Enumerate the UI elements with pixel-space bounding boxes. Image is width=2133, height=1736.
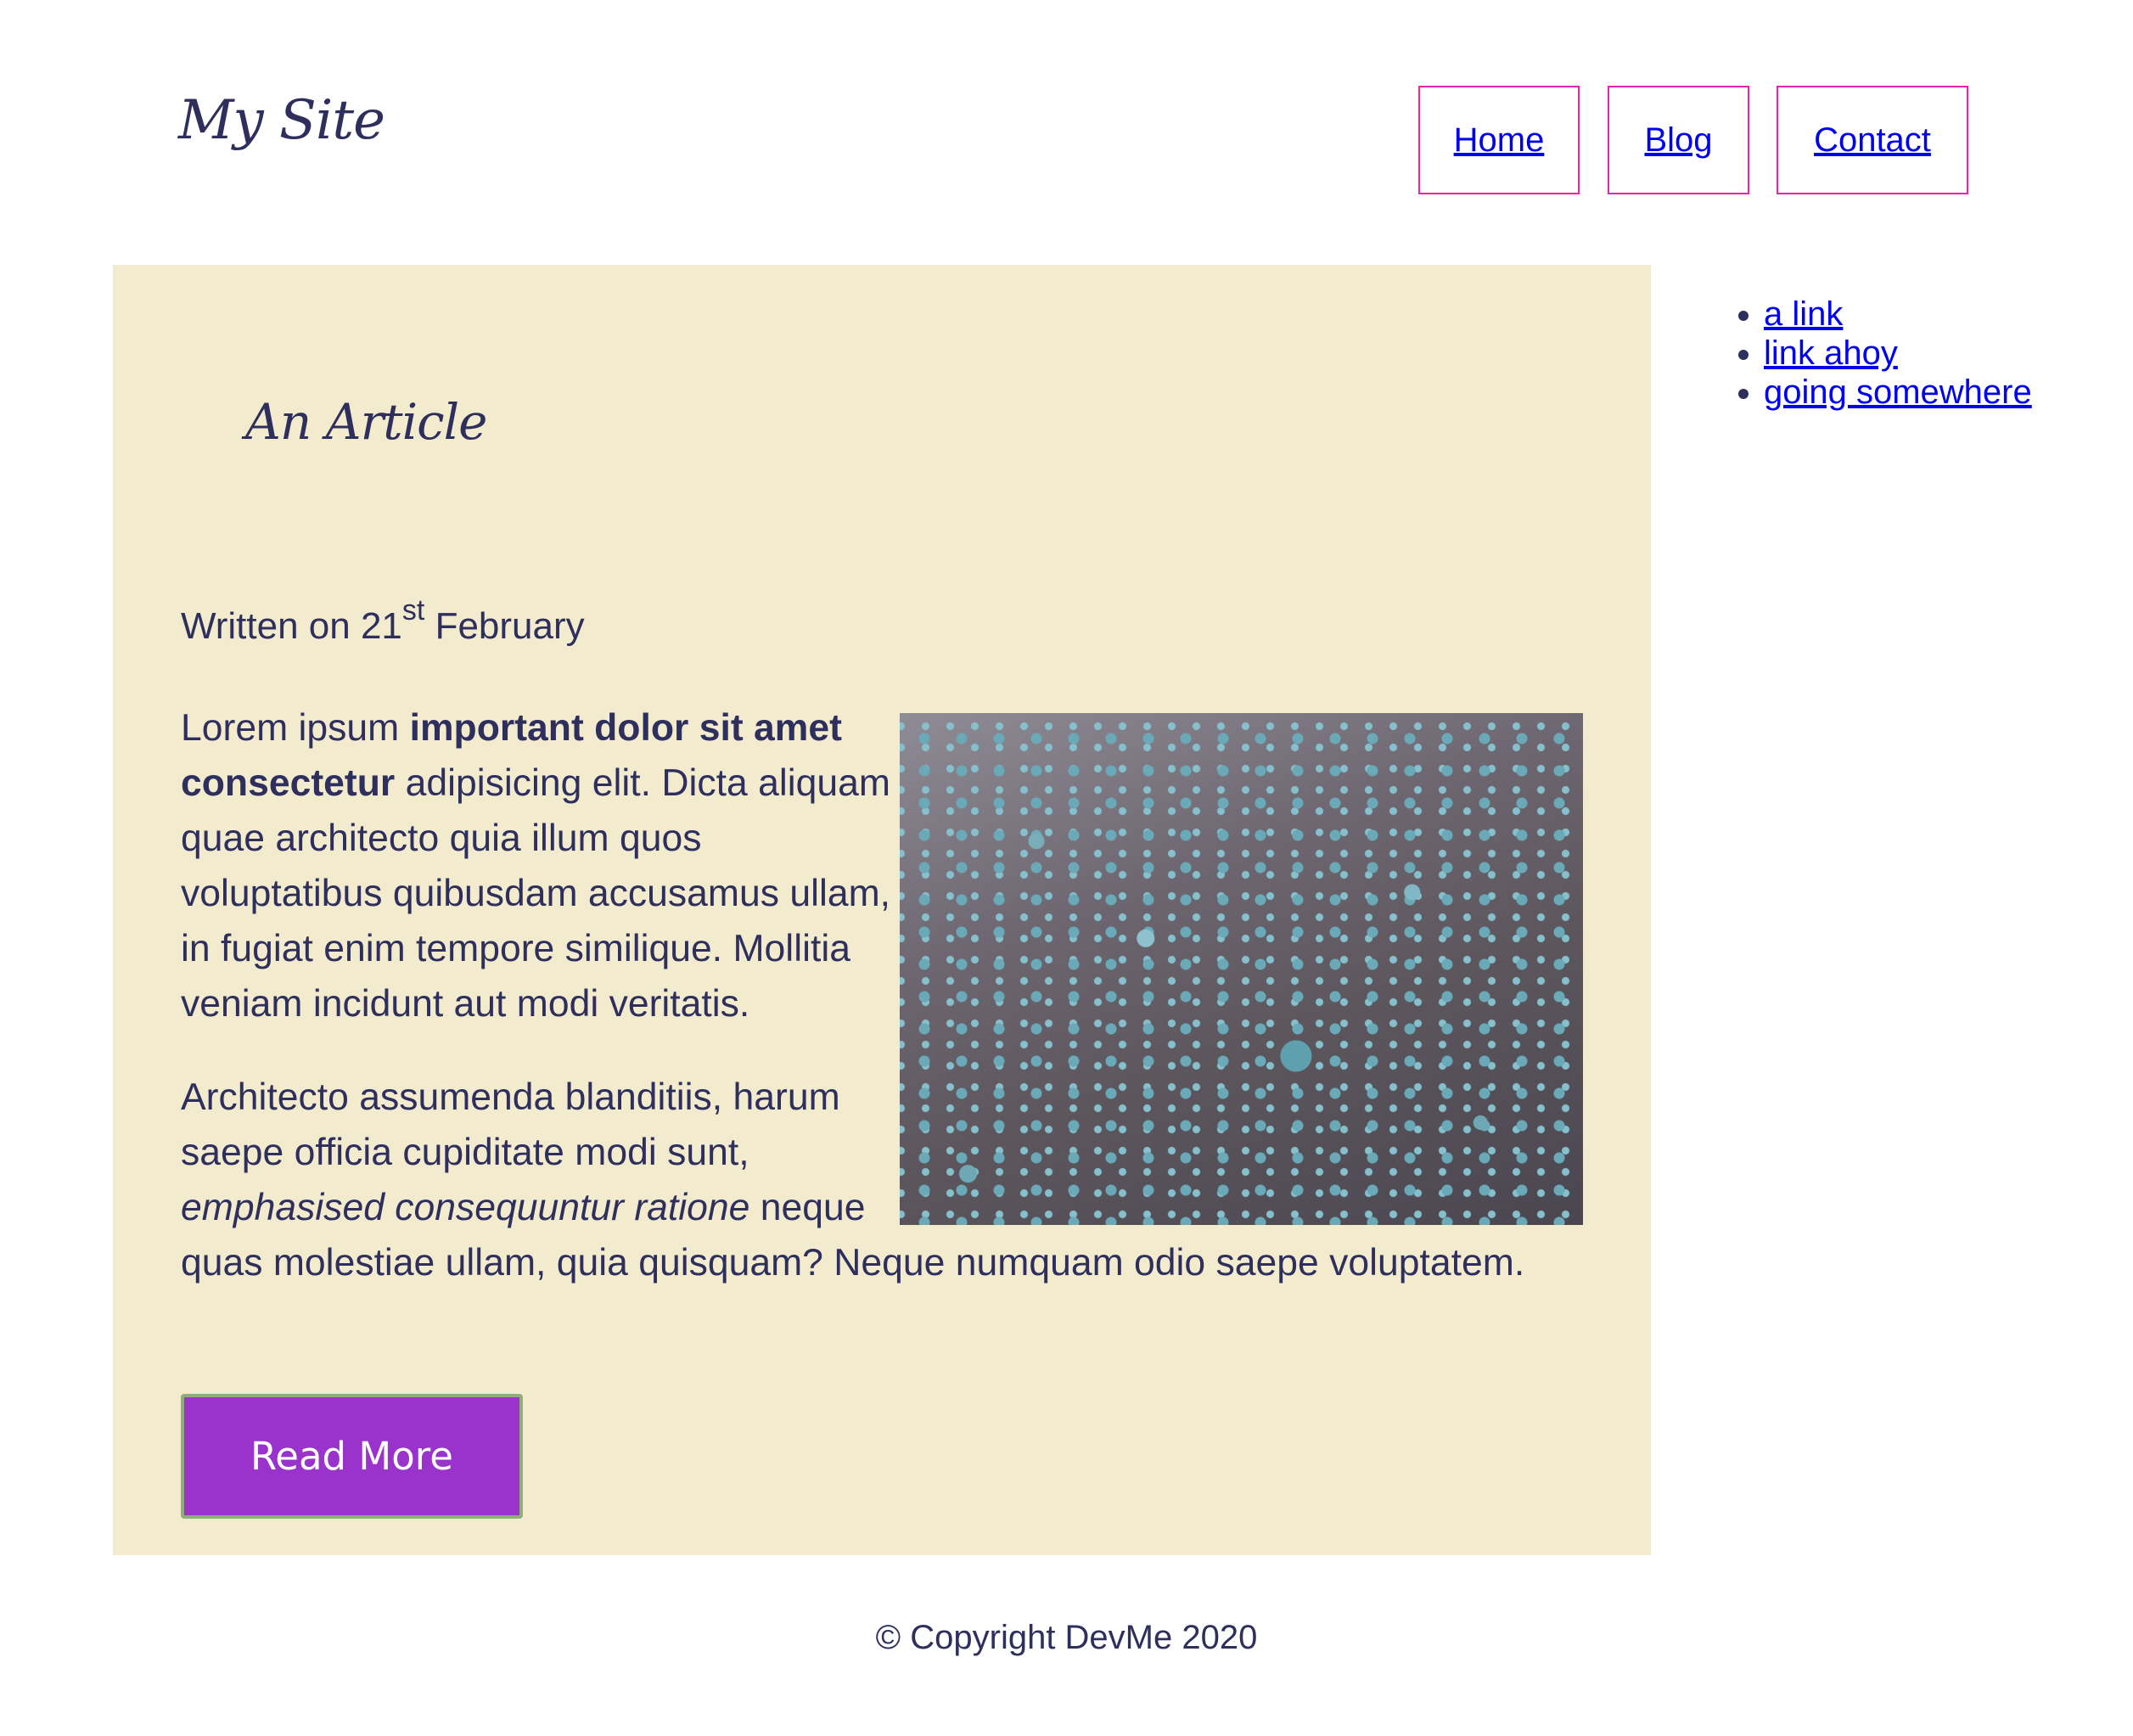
sidebar-item: a link [1764,295,2032,334]
sidebar-link-going-somewhere[interactable]: going somewhere [1764,374,2032,411]
p2-emphasis: emphasised consequuntur ratione [181,1187,750,1228]
written-prefix: Written on 21 [181,605,402,647]
water-droplets-image [900,713,1583,1225]
written-suffix: February [424,605,585,647]
sidebar-item: going somewhere [1764,373,2032,412]
sidebar-link-a-link[interactable]: a link [1764,295,1843,333]
p2-start: Architecto assumenda blanditiis, harum s… [181,1076,840,1173]
nav-contact-box: Contact [1777,86,1968,194]
nav-link-contact[interactable]: Contact [1814,121,1931,160]
read-more-button[interactable]: Read More [181,1394,523,1519]
date-ordinal-suffix: st [401,594,425,626]
article-body: Lorem ipsum important dolor sit amet con… [181,700,1583,1329]
nav-blog-box: Blog [1608,86,1749,194]
site-title: My Site [178,89,385,152]
nav-link-home[interactable]: Home [1454,121,1545,160]
article-title: An Article [245,393,488,451]
footer-copyright: © Copyright DevMe 2020 [875,1619,1258,1656]
article-card: An Article Written on 21st February Lore… [113,265,1651,1555]
nav-link-blog[interactable]: Blog [1644,121,1712,160]
sidebar-item: link ahoy [1764,334,2032,373]
article-date: Written on 21st February [181,596,585,649]
sidebar-links: a link link ahoy going somewhere [1723,295,2032,412]
nav-home-box: Home [1418,86,1580,194]
sidebar-link-link-ahoy[interactable]: link ahoy [1764,334,1898,372]
p1-start: Lorem ipsum [181,707,410,749]
